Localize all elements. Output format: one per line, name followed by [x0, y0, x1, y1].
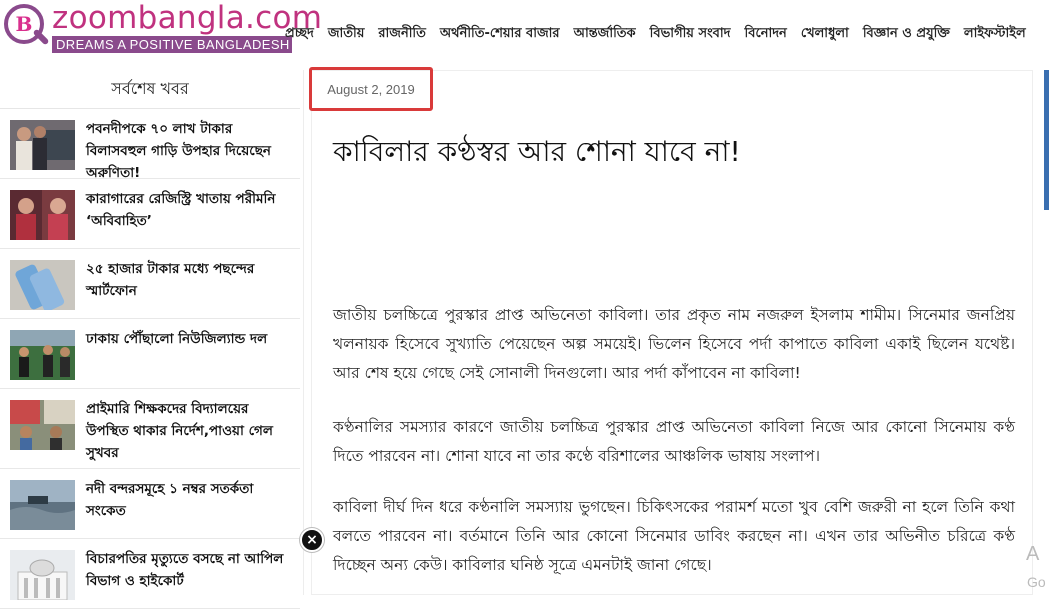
nav-item-international[interactable]: আন্তর্জাতিক	[567, 24, 643, 45]
close-ad-button[interactable]: ×	[300, 528, 324, 552]
nav-item-politics[interactable]: রাজনীতি	[371, 24, 433, 45]
news-title[interactable]: ২৫ হাজার টাকার মধ্যে পছন্দের স্মার্টফোন	[86, 258, 294, 318]
nav-item-entertainment[interactable]: বিনোদন	[738, 24, 794, 45]
news-thumbnail[interactable]	[10, 260, 75, 310]
news-title[interactable]: বিচারপতির মৃত্যুতে বসছে না আপিল বিভাগ ও …	[86, 548, 294, 608]
latest-news-sidebar: সর্বশেষ খবর পবনদীপকে ৭০ লাখ টাকার বিলাসব…	[0, 70, 300, 609]
right-edge-panel	[1044, 70, 1049, 210]
list-item[interactable]: বিচারপতির মৃত্যুতে বসছে না আপিল বিভাগ ও …	[0, 539, 300, 609]
list-item[interactable]: কারাগারের রেজিস্ট্রি খাতায় পরীমনি ‘অবিব…	[0, 179, 300, 249]
nav-item-national[interactable]: জাতীয়	[321, 24, 372, 45]
list-item[interactable]: ঢাকায় পৌঁছালো নিউজিল্যান্ড দল	[0, 319, 300, 389]
nav-item-home[interactable]: প্রচ্ছদ	[278, 24, 321, 45]
list-item[interactable]: প্রাইমারি শিক্ষকদের বিদ্যালয়ের উপস্থিত …	[0, 389, 300, 469]
article-paragraph-1: জাতীয় চলচ্চিত্রে পুরস্কার প্রাপ্ত অভিনে…	[333, 306, 1015, 382]
news-thumbnail[interactable]	[10, 120, 75, 170]
main-nav: প্রচ্ছদ জাতীয় রাজনীতি অর্থনীতি-শেয়ার ব…	[278, 24, 1033, 45]
site-header: B zoombangla.com DREAMS A POSITIVE BANGL…	[0, 0, 1049, 66]
news-title[interactable]: ঢাকায় পৌঁছালো নিউজিল্যান্ড দল	[86, 328, 267, 388]
news-title[interactable]: কারাগারের রেজিস্ট্রি খাতায় পরীমনি ‘অবিব…	[86, 188, 294, 248]
news-title[interactable]: নদী বন্দরসমূহে ১ নম্বর সতর্কতা সংকেত	[86, 478, 294, 538]
sidebar-title: সর্বশেষ খবর	[0, 70, 300, 109]
article-date: August 2, 2019	[309, 67, 433, 111]
news-title[interactable]: পবনদীপকে ৭০ লাখ টাকার বিলাসবহুল গাড়ি উপ…	[86, 118, 294, 178]
news-thumbnail[interactable]	[10, 190, 75, 240]
news-title[interactable]: প্রাইমারি শিক্ষকদের বিদ্যালয়ের উপস্থিত …	[86, 398, 294, 468]
article-paragraph-3: কাবিলা দীর্ঘ দিন ধরে কণ্ঠনালি সমস্যায় ভ…	[333, 498, 1015, 574]
nav-item-lifestyle[interactable]: লাইফস্টাইল	[957, 24, 1033, 45]
nav-item-science-tech[interactable]: বিজ্ঞান ও প্রযুক্তি	[856, 24, 957, 45]
news-thumbnail[interactable]	[10, 550, 75, 600]
list-item[interactable]: নদী বন্দরসমূহে ১ নম্বর সতর্কতা সংকেত	[0, 469, 300, 539]
list-item[interactable]: পবনদীপকে ৭০ লাখ টাকার বিলাসবহুল গাড়ি উপ…	[0, 109, 300, 179]
article-paragraph-2: কণ্ঠনালির সমস্যার কারণে জাতীয় চলচ্চিত্র…	[333, 418, 1015, 465]
logo-tagline: DREAMS A POSITIVE BANGLADESH	[52, 36, 292, 53]
site-logo[interactable]: B zoombangla.com DREAMS A POSITIVE BANGL…	[2, 0, 322, 54]
news-thumbnail[interactable]	[10, 330, 75, 380]
edge-text-1: A	[1026, 543, 1040, 565]
news-thumbnail[interactable]	[10, 400, 75, 450]
nav-item-divisional[interactable]: বিভাগীয় সংবাদ	[643, 24, 738, 45]
list-item[interactable]: ২৫ হাজার টাকার মধ্যে পছন্দের স্মার্টফোন	[0, 249, 300, 319]
nav-item-sports[interactable]: খেলাধুলা	[794, 24, 856, 45]
article-headline: কাবিলার কণ্ঠস্বর আর শোনা যাবে না!	[333, 135, 741, 168]
news-thumbnail[interactable]	[10, 480, 75, 530]
edge-text-2: Go	[1027, 574, 1046, 590]
nav-item-economy[interactable]: অর্থনীতি-শেয়ার বাজার	[433, 24, 567, 45]
column-divider	[303, 70, 304, 595]
